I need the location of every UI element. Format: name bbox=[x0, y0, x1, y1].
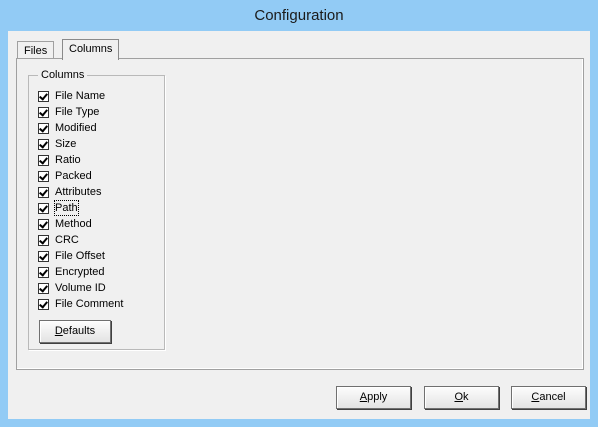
checkbox-checked-icon[interactable] bbox=[38, 138, 49, 150]
checkbox-path[interactable]: Path bbox=[38, 200, 79, 216]
checkbox-label: Volume ID bbox=[55, 282, 106, 294]
ok-button[interactable]: Ok bbox=[424, 386, 499, 409]
checkbox-label: File Offset bbox=[55, 250, 105, 262]
checkbox-label: File Type bbox=[55, 106, 100, 118]
columns-group-legend: Columns bbox=[38, 69, 88, 82]
defaults-mnemonic: D bbox=[54, 325, 63, 337]
cancel-button[interactable]: Cancel bbox=[511, 386, 586, 409]
checkbox-checked-icon[interactable] bbox=[38, 154, 49, 166]
checkbox-method[interactable]: Method bbox=[38, 216, 92, 232]
tab-files[interactable]: Files bbox=[17, 41, 55, 59]
checkbox-label: Packed bbox=[55, 170, 92, 182]
checkbox-checked-icon[interactable] bbox=[38, 106, 49, 118]
checkbox-packed[interactable]: Packed bbox=[38, 168, 92, 184]
checkbox-label: Modified bbox=[55, 122, 97, 134]
checkbox-label: Size bbox=[55, 138, 77, 150]
checkbox-ratio[interactable]: Ratio bbox=[38, 152, 81, 168]
checkbox-size[interactable]: Size bbox=[38, 136, 76, 152]
window-title: Configuration bbox=[254, 7, 344, 24]
checkbox-checked-icon[interactable] bbox=[38, 282, 49, 294]
apply-mnemonic: A bbox=[359, 391, 368, 403]
checkbox-label: File Comment bbox=[55, 298, 124, 310]
checkbox-file-offset[interactable]: File Offset bbox=[38, 248, 105, 264]
checkbox-checked-icon[interactable] bbox=[38, 122, 49, 134]
checkbox-label: Method bbox=[55, 218, 92, 230]
checkbox-attributes[interactable]: Attributes bbox=[38, 184, 101, 200]
columns-groupbox: Columns File Name File Type Modified Siz… bbox=[28, 69, 165, 350]
tab-columns-label: Columns bbox=[69, 43, 113, 55]
checkbox-checked-icon[interactable] bbox=[38, 90, 49, 102]
tab-columns[interactable]: Columns bbox=[62, 39, 120, 61]
checkbox-label: Encrypted bbox=[55, 266, 105, 278]
cancel-label-rest: ancel bbox=[539, 391, 566, 403]
apply-label-rest: pply bbox=[367, 391, 388, 403]
checkbox-encrypted[interactable]: Encrypted bbox=[38, 264, 105, 280]
apply-button[interactable]: Apply bbox=[336, 386, 411, 409]
ok-label-rest: k bbox=[463, 391, 469, 403]
checkbox-checked-icon[interactable] bbox=[38, 298, 49, 310]
checkbox-label: Attributes bbox=[55, 186, 102, 198]
checkbox-label: Ratio bbox=[55, 154, 81, 166]
checkbox-modified[interactable]: Modified bbox=[38, 120, 97, 136]
configuration-dialog: Configuration Files Columns Columns File… bbox=[0, 0, 598, 427]
defaults-button[interactable]: Defaults bbox=[39, 320, 111, 343]
ok-mnemonic: O bbox=[454, 391, 464, 403]
checkbox-checked-icon[interactable] bbox=[38, 234, 49, 246]
checkbox-label: File Name bbox=[55, 90, 106, 102]
checkbox-label: Path bbox=[54, 200, 79, 216]
checkbox-checked-icon[interactable] bbox=[38, 218, 49, 230]
checkbox-checked-icon[interactable] bbox=[38, 202, 49, 214]
checkbox-checked-icon[interactable] bbox=[38, 170, 49, 182]
checkbox-file-name[interactable]: File Name bbox=[38, 88, 105, 104]
checkbox-checked-icon[interactable] bbox=[38, 266, 49, 278]
checkbox-checked-icon[interactable] bbox=[38, 186, 49, 198]
checkbox-file-type[interactable]: File Type bbox=[38, 104, 99, 120]
checkbox-checked-icon[interactable] bbox=[38, 250, 49, 262]
checkbox-label: CRC bbox=[55, 234, 79, 246]
checkbox-crc[interactable]: CRC bbox=[38, 232, 79, 248]
checkbox-file-comment[interactable]: File Comment bbox=[38, 296, 123, 312]
checkbox-volume-id[interactable]: Volume ID bbox=[38, 280, 106, 296]
columns-tab-panel: Columns File Name File Type Modified Siz… bbox=[16, 58, 584, 370]
dialog-client-area: Files Columns Columns File Name File Typ… bbox=[8, 31, 590, 419]
defaults-label-rest: efaults bbox=[62, 325, 96, 337]
tab-files-label: Files bbox=[24, 45, 48, 57]
